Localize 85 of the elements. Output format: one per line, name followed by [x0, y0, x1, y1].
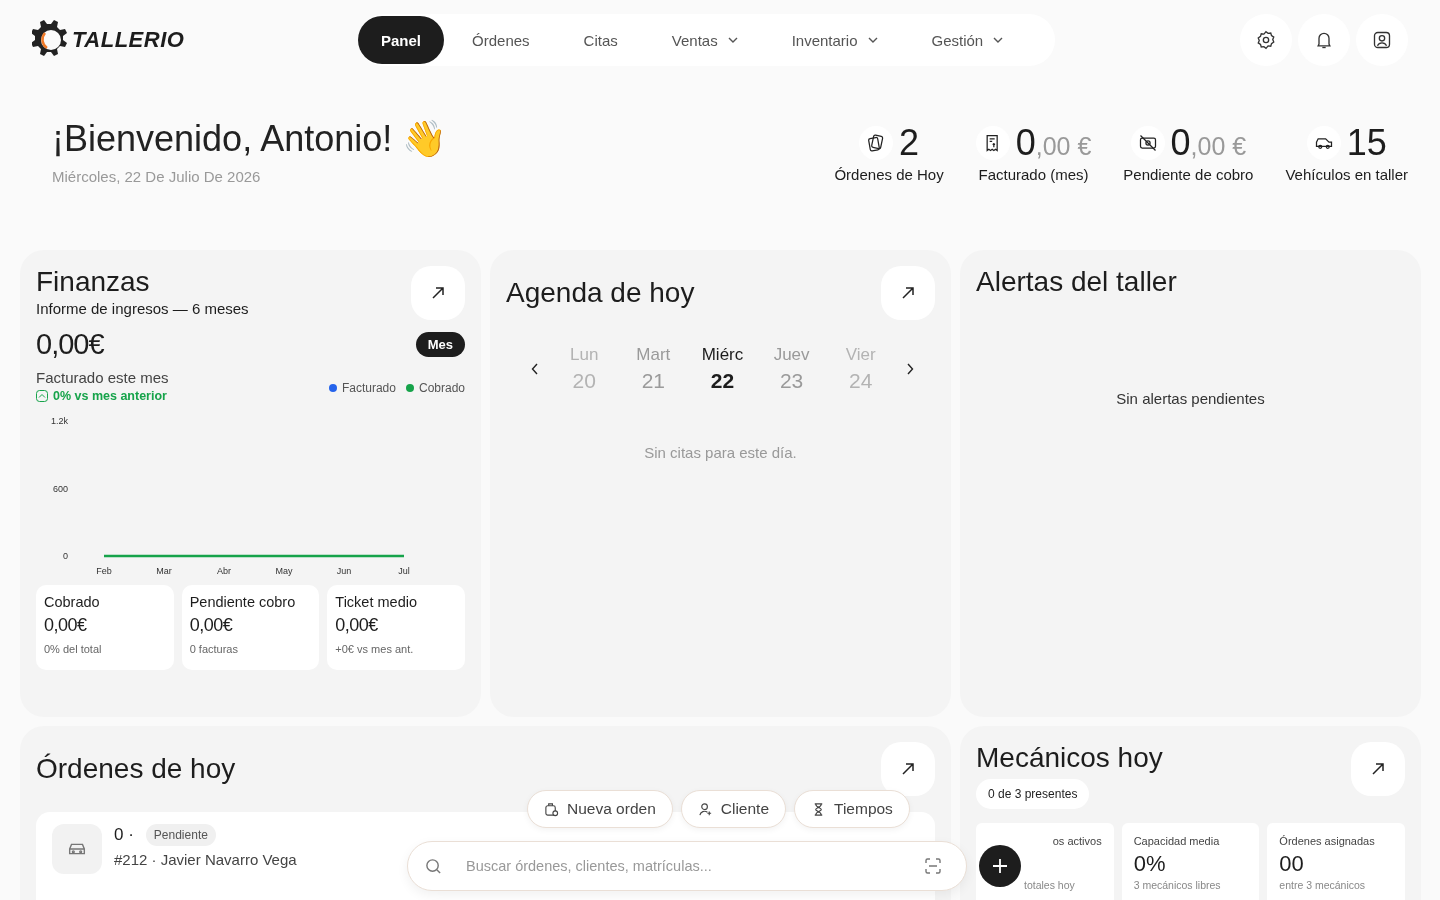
briefcase-icon	[544, 801, 559, 817]
x-tick-label: Jun	[336, 566, 352, 576]
tile-note: totales hoy	[1023, 879, 1076, 891]
logo-text: TALLERIO	[72, 27, 185, 53]
arrow-icon	[1371, 762, 1385, 776]
tile-note: 0 facturas	[189, 643, 239, 655]
tile-title: os activos	[1051, 835, 1102, 847]
stat-label: Pendiente de cobro	[1123, 166, 1254, 183]
nav-tab[interactable]: Citas	[557, 16, 644, 64]
y-tick-label: 0	[63, 551, 68, 561]
card-title: Finanzas	[36, 266, 151, 298]
revenue-amount: 0,00€	[36, 328, 104, 361]
stat-decimals: ,00 €	[1190, 132, 1247, 161]
tile-note: 3 mecánicos libres	[1133, 879, 1222, 891]
legend-label: Cobrado	[418, 381, 465, 395]
tile-title: Capacidad media	[1133, 835, 1221, 847]
nav-tab[interactable]: Ventas	[645, 16, 764, 64]
current-date: Miércoles, 22 De Julio De 2026	[52, 168, 262, 185]
tile-title: Ticket medio	[335, 594, 418, 610]
search-field[interactable]: Buscar órdenes, clientes, matrículas...	[464, 857, 902, 875]
stat-value: 2	[899, 122, 920, 164]
plus-icon	[991, 857, 1009, 875]
x-tick-label: May	[275, 566, 293, 576]
tile-value: 0,00€	[335, 615, 379, 636]
y-tick-label: 1.2k	[51, 416, 68, 426]
stat-value: 0	[1015, 122, 1036, 164]
tile-value: 0,00€	[189, 615, 234, 636]
stat-label: Vehículos en taller	[1285, 166, 1408, 183]
card-title: Alertas del taller	[976, 266, 1178, 298]
tile-title: Pendiente cobro	[189, 594, 297, 610]
stat-decimals: ,00 €	[1035, 132, 1092, 161]
tile-value: 0,00€	[44, 615, 88, 636]
card-subtitle: Informe de ingresos — 6 meses	[36, 300, 249, 317]
x-tick-label: Abr	[217, 566, 231, 576]
tile-note: entre 3 mecánicos	[1279, 879, 1367, 891]
order-detail: #212 · Javier Navarro Vega	[114, 851, 297, 868]
nav-tab[interactable]: Órdenes	[446, 16, 556, 64]
tile-value: 0%	[1133, 851, 1167, 877]
user-icon	[1372, 30, 1392, 50]
bell-icon	[1314, 30, 1334, 50]
empty-message: Sin alertas pendientes	[1115, 390, 1266, 407]
card-title: Mecánicos hoy	[976, 742, 1163, 774]
tile-title: Cobrado	[44, 594, 101, 610]
tile-value: 00	[1279, 851, 1305, 877]
quick-action-button[interactable]: Cliente	[680, 790, 786, 828]
legend-label: Facturado	[341, 381, 396, 395]
arrow-icon	[901, 762, 915, 776]
tile-note: +0€ vs mes ant.	[335, 643, 415, 655]
x-tick-label: Mar	[156, 566, 172, 576]
x-tick-label: Jul	[398, 566, 410, 576]
y-tick-label: 600	[52, 483, 68, 494]
chevron-right-icon	[905, 363, 914, 375]
tile-title: Órdenes asignadas	[1279, 835, 1376, 847]
order-number: 0 ·	[114, 825, 134, 845]
card-title: Agenda de hoy	[506, 277, 695, 309]
nav-tab[interactable]: Inventario	[765, 16, 904, 64]
period-toggle[interactable]: Mes	[415, 332, 465, 357]
day-tab[interactable]: Miérc 22	[691, 344, 754, 394]
stat-value: 15	[1346, 122, 1387, 164]
nav-tab[interactable]: Panel	[358, 16, 445, 64]
x-tick-label: Feb	[96, 566, 112, 576]
stat-label: Facturado (mes)	[978, 166, 1089, 183]
search-bar[interactable]: Buscar órdenes, clientes, matrículas...	[407, 841, 967, 891]
empty-message: Sin citas para este día.	[643, 444, 798, 461]
arrow-icon	[901, 286, 915, 300]
status-tag: Pendiente	[145, 824, 216, 846]
presence-badge: 0 de 3 presentes	[976, 779, 1090, 809]
money-off-icon	[1137, 133, 1158, 153]
user-plus-icon	[697, 801, 713, 817]
card-title: Órdenes de hoy	[36, 753, 236, 785]
quick-action-button[interactable]: Nueva orden	[527, 790, 673, 828]
trend-up-icon	[36, 390, 48, 402]
trend-text: 0% vs mes anterior	[53, 389, 167, 403]
quick-action-button[interactable]: Tiempos	[794, 790, 910, 828]
stat-value: 0	[1170, 122, 1191, 164]
welcome-title: ¡Bienvenido, Antonio! 👋	[52, 118, 448, 160]
stat-label: Órdenes de Hoy	[834, 166, 944, 183]
tile-note: 0% del total	[44, 643, 103, 655]
search-icon	[425, 857, 442, 875]
nav-tab[interactable]: Gestión	[905, 16, 1030, 64]
settings-icon	[1256, 30, 1276, 50]
scan-icon	[924, 857, 942, 875]
chevron-left-icon	[531, 363, 539, 375]
amount-label: Facturado este mes	[36, 369, 169, 386]
arrow-icon	[431, 286, 445, 300]
